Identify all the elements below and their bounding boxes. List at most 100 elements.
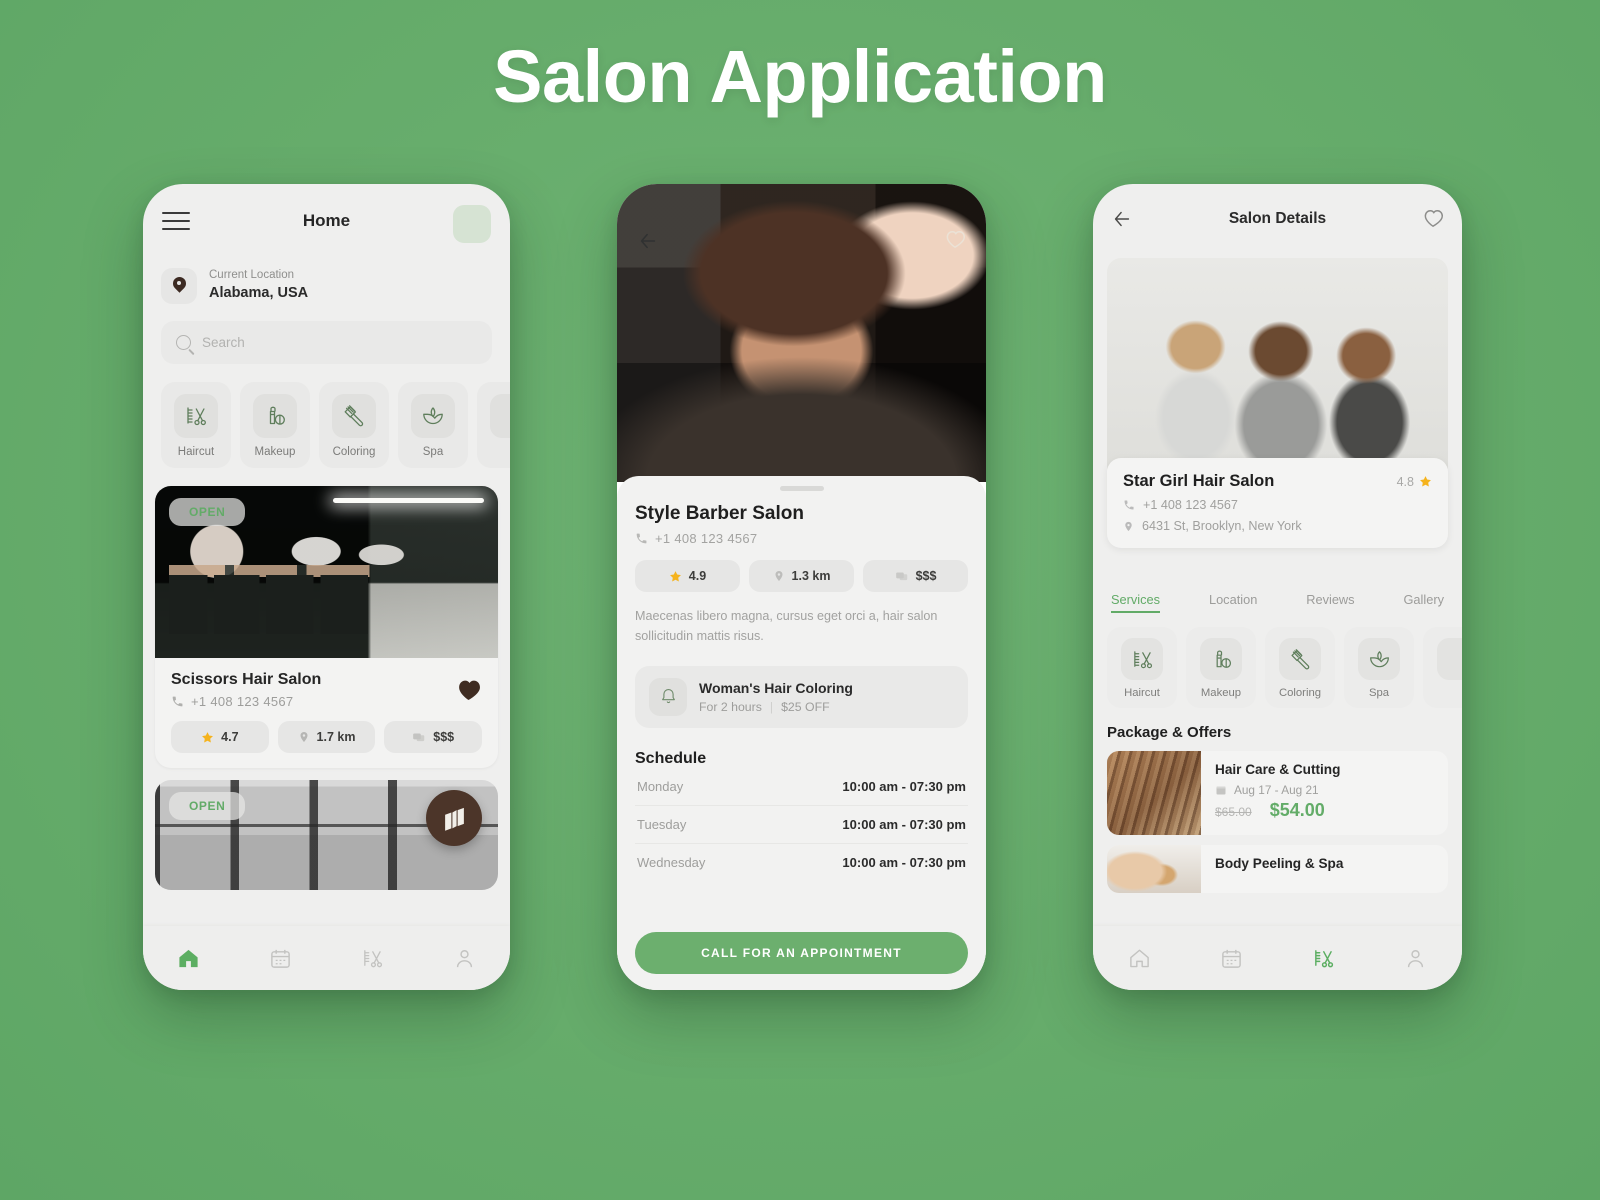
phone-icon bbox=[636, 533, 647, 544]
package-date-row: Aug 17 - Aug 21 bbox=[1215, 783, 1434, 797]
salon-details-screen: Salon Details Star Girl Hair Salon 4.8 +… bbox=[1093, 184, 1462, 990]
haircut-scissors-comb-icon bbox=[1121, 638, 1163, 680]
category-haircut[interactable]: Haircut bbox=[1107, 627, 1177, 708]
status-badge: OPEN bbox=[169, 498, 246, 526]
category-label: Coloring bbox=[332, 446, 376, 458]
schedule-hours: 10:00 am - 07:30 pm bbox=[842, 854, 966, 870]
tab-services[interactable] bbox=[345, 938, 399, 978]
service-category-list[interactable]: Haircut Makeup Coloring Spa bbox=[1093, 613, 1462, 708]
avatar[interactable] bbox=[453, 205, 491, 243]
schedule-heading: Schedule bbox=[635, 749, 707, 767]
package-body: Hair Care & Cutting Aug 17 - Aug 21 $65.… bbox=[1201, 751, 1448, 835]
tab-services[interactable] bbox=[1297, 938, 1351, 978]
profile-person-icon bbox=[456, 949, 472, 967]
category-haircut[interactable]: Haircut bbox=[161, 382, 231, 468]
more-icon bbox=[1437, 638, 1462, 680]
tab-home[interactable] bbox=[162, 938, 216, 978]
tab-profile[interactable] bbox=[1389, 938, 1443, 978]
price-value: $$$ bbox=[433, 730, 455, 744]
salon-card[interactable]: OPEN Scissors Hair Salon +1 408 123 4567… bbox=[155, 486, 498, 768]
salon-card-secondary[interactable]: OPEN bbox=[155, 780, 498, 890]
profile-person-icon bbox=[1408, 949, 1424, 967]
offer-card[interactable]: Woman's Hair Coloring For 2 hours | $25 OF… bbox=[635, 665, 968, 728]
more-icon bbox=[490, 394, 510, 438]
category-label: Haircut bbox=[177, 446, 215, 458]
details-header: Salon Details bbox=[1093, 184, 1462, 256]
salon-hero-photo bbox=[1107, 258, 1448, 480]
salon-address: 6431 St, Brooklyn, New York bbox=[1142, 519, 1302, 533]
salon-info-top: Star Girl Hair Salon 4.8 bbox=[1123, 472, 1432, 491]
category-more[interactable] bbox=[477, 382, 510, 468]
page-title-details: Salon Details bbox=[1228, 210, 1327, 227]
calendar-icon bbox=[271, 949, 290, 968]
tab-profile[interactable] bbox=[437, 938, 491, 978]
favorite-heart-icon[interactable] bbox=[456, 678, 481, 706]
phone-icon bbox=[172, 696, 183, 707]
category-makeup[interactable]: Makeup bbox=[1186, 627, 1256, 708]
schedule-day: Monday bbox=[637, 778, 684, 794]
package-title: Hair Care & Cutting bbox=[1215, 762, 1341, 777]
package-card[interactable]: Hair Care & Cutting Aug 17 - Aug 21 $65.… bbox=[1107, 751, 1448, 835]
search-icon bbox=[176, 335, 191, 350]
status-badge: OPEN bbox=[169, 792, 246, 820]
category-list[interactable]: Haircut Makeup Coloring Spa bbox=[143, 364, 510, 468]
tab-location[interactable]: Location bbox=[1209, 592, 1257, 613]
salon-phone-row[interactable]: +1 408 123 4567 bbox=[635, 531, 968, 546]
heart-outline-icon[interactable] bbox=[1422, 208, 1444, 233]
distance-value: 1.3 km bbox=[791, 569, 831, 583]
current-location-row[interactable]: Current Location Alabama, USA bbox=[143, 258, 510, 304]
category-makeup[interactable]: Makeup bbox=[240, 382, 310, 468]
category-spa[interactable]: Spa bbox=[1344, 627, 1414, 708]
tab-reviews[interactable]: Reviews bbox=[1306, 592, 1354, 613]
home-icon bbox=[1129, 949, 1149, 967]
spa-lotus-icon bbox=[411, 394, 455, 438]
makeup-lipstick-icon bbox=[253, 394, 297, 438]
salon-photo: OPEN bbox=[155, 486, 498, 658]
haircut-scissors-comb-icon bbox=[174, 394, 218, 438]
tab-home[interactable] bbox=[1112, 938, 1166, 978]
salon-name: Scissors Hair Salon bbox=[171, 671, 322, 688]
schedule-day: Wednesday bbox=[637, 854, 706, 870]
category-label: Spa bbox=[422, 446, 444, 458]
call-for-appointment-button[interactable]: CALL FOR AN APPOINTMENT bbox=[635, 932, 968, 974]
salon-phone-row[interactable]: +1 408 123 4567 bbox=[1123, 498, 1432, 512]
home-screen: Home Current Location Alabama, USA Searc… bbox=[143, 184, 510, 990]
category-more[interactable] bbox=[1423, 627, 1462, 708]
calendar-icon bbox=[1222, 949, 1241, 968]
category-coloring[interactable]: Coloring bbox=[1265, 627, 1335, 708]
tab-gallery[interactable]: Gallery bbox=[1403, 592, 1444, 613]
category-label: Makeup bbox=[254, 446, 296, 458]
package-photo bbox=[1107, 751, 1201, 835]
star-icon bbox=[669, 570, 681, 581]
schedule-row: Wednesday 10:00 am - 07:30 pm bbox=[635, 844, 968, 881]
schedule-row: Monday 10:00 am - 07:30 pm bbox=[635, 768, 968, 806]
back-arrow-icon[interactable] bbox=[637, 230, 659, 257]
offer-duration: For 2 hours bbox=[699, 699, 762, 714]
category-coloring[interactable]: Coloring bbox=[319, 382, 389, 468]
schedule-hours: 10:00 am - 07:30 pm bbox=[842, 816, 966, 832]
package-card[interactable]: Body Peeling & Spa bbox=[1107, 845, 1448, 893]
package-title: Body Peeling & Spa bbox=[1215, 856, 1344, 871]
hero-photo bbox=[617, 184, 986, 482]
category-spa[interactable]: Spa bbox=[398, 382, 468, 468]
spa-lotus-icon bbox=[1358, 638, 1400, 680]
coloring-brush-icon bbox=[1279, 638, 1321, 680]
tab-services[interactable]: Services bbox=[1111, 592, 1161, 613]
search-input[interactable]: Search bbox=[161, 321, 492, 364]
heart-outline-icon[interactable] bbox=[944, 229, 966, 254]
tab-calendar[interactable] bbox=[254, 938, 308, 978]
salon-address-row[interactable]: 6431 St, Brooklyn, New York bbox=[1123, 519, 1432, 533]
drag-handle[interactable] bbox=[779, 486, 824, 491]
offer-title: Woman's Hair Coloring bbox=[699, 679, 853, 696]
detail-tabs: Services Location Reviews Gallery bbox=[1093, 592, 1462, 613]
scissors-comb-icon bbox=[364, 949, 382, 967]
map-icon[interactable] bbox=[426, 790, 482, 846]
tab-calendar[interactable] bbox=[1204, 938, 1258, 978]
salon-phone-row: +1 408 123 4567 bbox=[171, 694, 482, 709]
money-icon bbox=[413, 733, 425, 742]
bottom-tabbar bbox=[1093, 926, 1462, 990]
location-value: Alabama, USA bbox=[209, 284, 309, 301]
phone-icon bbox=[1124, 500, 1134, 510]
package-old-price: $65.00 bbox=[1215, 805, 1252, 819]
schedule-hours: 10:00 am - 07:30 pm bbox=[842, 778, 966, 794]
